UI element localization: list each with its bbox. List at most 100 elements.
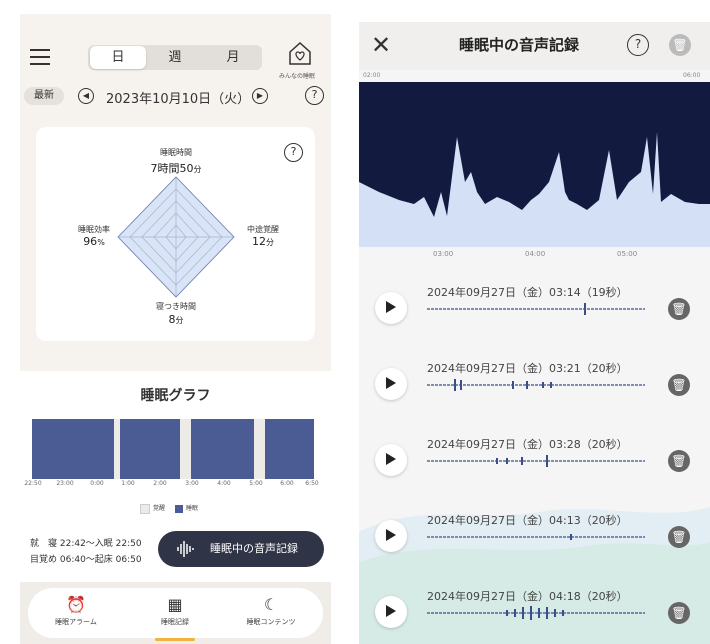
graph-legend: 覚醒 睡眠 [140,503,198,514]
moon-icon: ☾ [263,595,279,614]
recording-timestamp: 2024年09月27日（金）03:14（19秒） [427,286,628,299]
sleep-graph-title: 睡眠グラフ [140,388,211,404]
play-button[interactable] [375,444,407,476]
nav-sleep-record[interactable]: ▦ 睡眠記録 [135,595,215,641]
recording-timestamp: 2024年09月27日（金）04:18（20秒） [427,590,628,603]
wake-info: 目覚め 06:40〜起床 06:50 [30,555,142,565]
awake-bar-2 [180,419,191,479]
delete-icon[interactable]: 🗑 [668,298,690,320]
graph-tick: 4:00 [217,480,231,487]
score-help-icon[interactable]: ? [284,143,303,162]
delete-icon[interactable]: 🗑 [668,526,690,548]
prev-day-icon[interactable]: ◀ [78,88,94,104]
sleep-graph [32,419,314,479]
alarm-icon: ⏰ [66,595,86,614]
community-sleep-label: みんなの睡眠 [279,73,316,80]
close-icon[interactable]: ✕ [371,32,391,58]
bottom-nav-bar: ⏰ 睡眠アラーム ▦ 睡眠記録 ☾ 睡眠コンテンツ [28,588,323,641]
recording-timestamp: 2024年09月27日（金）04:13（20秒） [427,514,628,527]
delete-icon[interactable]: 🗑 [668,450,690,472]
radar-value-sleep-efficiency: 96% [83,235,105,248]
chart-end-label: 06:00 [683,72,701,79]
nav-sleep-content-label: 睡眠コンテンツ [246,618,296,626]
help-icon[interactable]: ? [627,34,649,56]
sleep-audio-record-label: 睡眠中の音声記録 [210,542,298,555]
chart-tick: 03:00 [433,250,454,258]
radar-label-fall-asleep-time: 寝つき時間 [156,302,196,311]
recording-waveform [427,379,645,391]
waveform-icon [177,541,194,557]
radar-value-wake-during-sleep: 12分 [252,235,274,248]
tab-week[interactable]: 週 [146,45,204,70]
play-button[interactable] [375,596,407,628]
current-date: 2023年10月10日（火） [106,92,251,107]
sleep-bar-4 [265,419,314,479]
play-button[interactable] [375,368,407,400]
awake-bar-1 [114,419,120,479]
graph-tick: 23:00 [56,480,74,487]
radar-label-sleep-efficiency: 睡眠効率 [78,225,110,234]
help-icon[interactable]: ? [305,86,324,105]
play-icon [386,605,396,617]
legend-awake-swatch [140,503,150,514]
play-button[interactable] [375,520,407,552]
nav-sleep-alarm-label: 睡眠アラーム [55,618,97,626]
bedtime-info: 就 寝 22:42〜入眠 22:50 [30,539,142,549]
recording-waveform [427,303,645,315]
graph-tick: 1:00 [121,480,135,487]
recording-waveform [427,534,645,540]
tab-month[interactable]: 月 [204,45,262,70]
nav-sleep-content[interactable]: ☾ 睡眠コンテンツ [231,596,311,627]
date-navigation: 最新 ◀ 2023年10月10日（火） ▶ ? [20,84,331,108]
menu-icon[interactable] [30,49,50,65]
sleep-audio-record-button[interactable]: 睡眠中の音声記録 [158,531,324,567]
sleep-score-card: ? 睡眠時間 7時間50分 中途覚醒 12分 寝つき時間 8分 睡眠効率 96% [36,127,315,341]
house-heart-icon [289,41,311,65]
delete-icon[interactable]: 🗑 [668,374,690,396]
recording-waveform [427,606,645,620]
play-icon [386,529,396,541]
graph-tick: 2:00 [153,480,167,487]
period-segmented-control: 日 週 月 [88,45,262,70]
recording-item[interactable]: 2024年09月27日（金）04:13（20秒） 🗑 [359,508,710,568]
chart-tick: 04:00 [525,250,546,258]
awake-bar-3 [254,419,265,479]
recording-item[interactable]: 2024年09月27日（金）03:14（19秒） 🗑 [359,280,710,340]
play-button[interactable] [375,292,407,324]
recording-item[interactable]: 2024年09月27日（金）03:21（20秒） 🗑 [359,356,710,416]
sleep-graph-section: 睡眠グラフ 22:50 23:00 0:00 1:00 2:00 3:00 4:… [20,371,331,583]
radar-value-sleep-time: 7時間50分 [150,162,202,175]
nav-sleep-record-label: 睡眠記録 [161,618,189,626]
next-day-icon[interactable]: ▶ [252,88,268,104]
recording-item[interactable]: 2024年09月27日（金）03:28（20秒） 🗑 [359,432,710,492]
recording-waveform [427,455,645,467]
sleep-audio-screen: ✕ 睡眠中の音声記録 ? 🗑 02:00 06:00 03:00 04:00 0… [359,22,710,644]
nav-sleep-alarm[interactable]: ⏰ 睡眠アラーム [36,596,116,627]
sound-level-chart [359,82,710,247]
graph-tick: 5:00 [249,480,263,487]
legend-awake: 覚醒 [153,505,166,512]
sleep-bar-1 [32,419,114,479]
page-title: 睡眠中の音声記録 [459,36,580,54]
recording-timestamp: 2024年09月27日（金）03:21（20秒） [427,362,628,375]
tab-day[interactable]: 日 [90,46,146,69]
radar-value-fall-asleep-time: 8分 [168,313,184,326]
graph-tick: 0:00 [90,480,104,487]
radar-label-wake-during-sleep: 中途覚醒 [247,225,279,234]
bottom-navigation: ⏰ 睡眠アラーム ▦ 睡眠記録 ☾ 睡眠コンテンツ [20,582,331,644]
chart-start-label: 02:00 [363,72,381,79]
community-sleep-button[interactable]: みんなの睡眠 [279,40,315,80]
recording-item[interactable]: 2024年09月27日（金）04:18（20秒） 🗑 [359,584,710,644]
latest-button[interactable]: 最新 [24,87,64,105]
delete-all-icon[interactable]: 🗑 [669,34,691,56]
sleep-bar-2 [120,419,180,479]
record-icon: ▦ [167,595,183,614]
graph-tick: 3:00 [185,480,199,487]
daily-sleep-screen: 日 週 月 みんなの睡眠 最新 ◀ 2023年10月10日（火） ▶ ? ? 睡… [20,14,331,644]
radar-score-area [117,176,235,298]
active-indicator [155,638,195,641]
delete-icon[interactable]: 🗑 [668,602,690,624]
legend-sleep-swatch [174,504,183,513]
radar-label-sleep-time: 睡眠時間 [160,148,192,157]
audio-header: ✕ 睡眠中の音声記録 ? 🗑 [359,22,710,70]
